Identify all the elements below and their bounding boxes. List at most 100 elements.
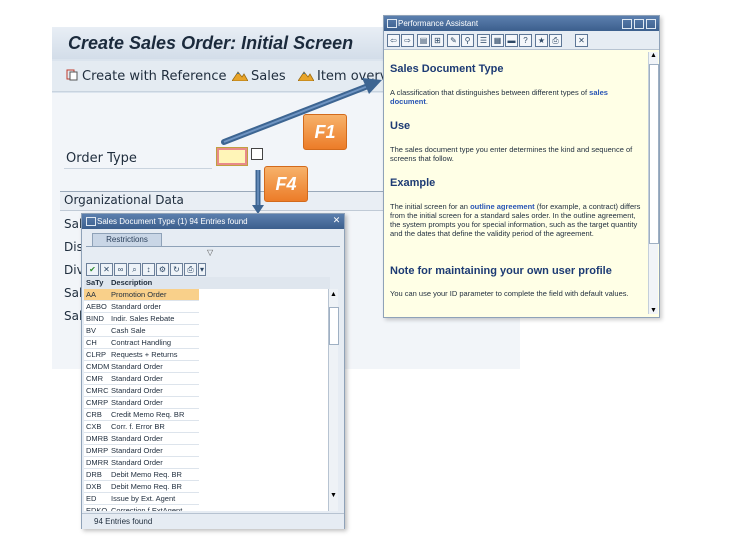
forward-icon[interactable]: ⇨ (401, 34, 414, 47)
expand-restrictions-icon[interactable]: ▽ (207, 248, 213, 257)
table-row[interactable]: CXB Corr. f. Error BR (84, 421, 330, 433)
tree-icon[interactable]: ⊞ (431, 34, 444, 47)
tab-divider (86, 246, 340, 247)
column-header-saty[interactable]: SaTy (86, 277, 103, 289)
table-row[interactable]: BV Cash Sale (84, 325, 330, 337)
layout-icon[interactable]: ▬ (505, 34, 518, 47)
table-row[interactable]: CH Contract Handling (84, 337, 330, 349)
bookmark-icon[interactable]: ★ (535, 34, 548, 47)
cell-description: Standard Order (111, 374, 163, 383)
tab-restrictions[interactable]: Restrictions (92, 233, 162, 246)
document-icon[interactable]: ▤ (417, 34, 430, 47)
f4-arrow (252, 170, 264, 214)
dialog-toolbar: ✔ ✕ ∞ ⌕ ↕ ⚙ ↻ ⎙ ▾ (84, 262, 342, 276)
f4-callout: F4 (264, 166, 308, 202)
close-help-icon[interactable]: ✕ (575, 34, 588, 47)
cell-description: Standard Order (111, 458, 163, 467)
back-icon[interactable]: ⇦ (387, 34, 400, 47)
cell-description: Contract Handling (111, 338, 172, 347)
table-row[interactable]: CMDM Standard Order (84, 361, 330, 373)
column-header-description[interactable]: Description (111, 277, 152, 289)
minimize-icon[interactable] (622, 19, 632, 29)
table-row[interactable]: CRB Credit Memo Req. BR (84, 409, 330, 421)
refresh-icon[interactable]: ↻ (170, 263, 183, 276)
cell-saty: CH (86, 338, 97, 347)
table-header: SaTy Description (84, 277, 330, 289)
table-row[interactable]: DMRR Standard Order (84, 457, 330, 469)
vertical-scrollbar[interactable]: ▲ ▼ (648, 52, 659, 314)
cell-saty: DMRB (86, 434, 109, 443)
table-icon[interactable]: ▦ (491, 34, 504, 47)
table-row[interactable]: CMR Standard Order (84, 373, 330, 385)
cell-saty: DRB (86, 470, 102, 479)
cell-saty: CMDM (86, 362, 110, 371)
cell-description: Debit Memo Req. BR (111, 470, 182, 479)
outline-agreement-link[interactable]: outline agreement (470, 202, 535, 211)
print-icon[interactable]: ⎙ (184, 263, 197, 276)
cell-description: Requests + Returns (111, 350, 178, 359)
find-next-icon[interactable]: ⌕ (128, 263, 141, 276)
table-row[interactable]: DMRP Standard Order (84, 445, 330, 457)
window-icon (86, 217, 96, 226)
table-row[interactable]: DRB Debit Memo Req. BR (84, 469, 330, 481)
technical-info-icon[interactable]: ☰ (477, 34, 490, 47)
cell-saty: DMRP (86, 446, 109, 455)
scroll-up-icon[interactable]: ▲ (649, 52, 658, 59)
dialog-title-bar: Sales Document Type (1) 94 Entries found… (82, 214, 344, 229)
table-row[interactable]: EDKO Correction f.ExtAgent (84, 505, 330, 511)
vertical-scrollbar[interactable]: ▲ ▼ (328, 289, 339, 511)
binoculars-icon[interactable]: ∞ (114, 263, 127, 276)
close-icon[interactable]: ✕ (332, 216, 341, 225)
table-row[interactable]: DMRB Standard Order (84, 433, 330, 445)
close-icon[interactable] (646, 19, 656, 29)
cell-saty: BV (86, 326, 97, 335)
note-text: You can use your ID parameter to complet… (390, 289, 629, 298)
use-heading: Use (390, 120, 411, 132)
help-icon[interactable]: ? (519, 34, 532, 47)
cell-description: Standard Order (111, 446, 163, 455)
table-row[interactable]: ED Issue by Ext. Agent (84, 493, 330, 505)
scrollbar-thumb[interactable] (649, 64, 659, 244)
cell-description: Standard Order (111, 386, 163, 395)
cell-description: Debit Memo Req. BR (111, 482, 182, 491)
results-table: SaTy Description AA Promotion Order AEBO St… (84, 277, 330, 511)
cell-saty: DXB (86, 482, 102, 491)
cell-description: Credit Memo Req. BR (111, 410, 185, 419)
scroll-up-icon[interactable]: ▲ (329, 291, 338, 298)
dropdown-icon[interactable]: ▾ (198, 263, 206, 276)
cell-saty: CMRP (86, 398, 109, 407)
example-text: The initial screen for an outline agreem… (390, 202, 641, 238)
cell-saty: DMRR (86, 458, 109, 467)
note-heading: Note for maintaining your own user profi… (390, 265, 612, 277)
edit-icon[interactable]: ✎ (447, 34, 460, 47)
table-row[interactable]: CMRP Standard Order (84, 397, 330, 409)
cell-description: Standard Order (111, 362, 163, 371)
check-icon[interactable]: ✔ (86, 263, 99, 276)
value-help-dialog: Sales Document Type (1) 94 Entries found… (81, 213, 345, 529)
table-row[interactable]: DXB Debit Memo Req. BR (84, 481, 330, 493)
cancel-icon[interactable]: ✕ (100, 263, 113, 276)
table-row[interactable]: CMRC Standard Order (84, 385, 330, 397)
performance-assistant-window: Performance Assistant ⇦ ⇨ ▤ ⊞ ✎ ⚲ ☰ ▦ ▬ … (383, 15, 660, 318)
cell-description: Cash Sale (111, 326, 146, 335)
table-row[interactable]: BIND Indir. Sales Rebate (84, 313, 330, 325)
table-row[interactable]: AA Promotion Order (84, 289, 330, 301)
use-text: The sales document type you enter determ… (390, 145, 633, 163)
link-icon[interactable]: ⚲ (461, 34, 474, 47)
help-heading: Sales Document Type (390, 63, 504, 75)
cell-description: Standard Order (111, 398, 163, 407)
table-row[interactable]: CLRP Requests + Returns (84, 349, 330, 361)
print-icon[interactable]: ⎙ (549, 34, 562, 47)
entries-count: 94 Entries found (94, 517, 153, 526)
settings-icon[interactable]: ⚙ (156, 263, 169, 276)
scroll-down-icon[interactable]: ▼ (649, 307, 658, 314)
maximize-icon[interactable] (634, 19, 644, 29)
sort-icon[interactable]: ↕ (142, 263, 155, 276)
assistant-toolbar: ⇦ ⇨ ▤ ⊞ ✎ ⚲ ☰ ▦ ▬ ? ★ ⎙ ✕ (384, 31, 659, 50)
help-content: Sales Document Type A classification tha… (390, 56, 642, 312)
scrollbar-thumb[interactable] (329, 307, 339, 345)
table-row[interactable]: AEBO Standard order (84, 301, 330, 313)
scroll-down-icon[interactable]: ▼ (329, 492, 338, 499)
cell-description: Indir. Sales Rebate (111, 314, 175, 323)
window-icon (387, 19, 397, 28)
